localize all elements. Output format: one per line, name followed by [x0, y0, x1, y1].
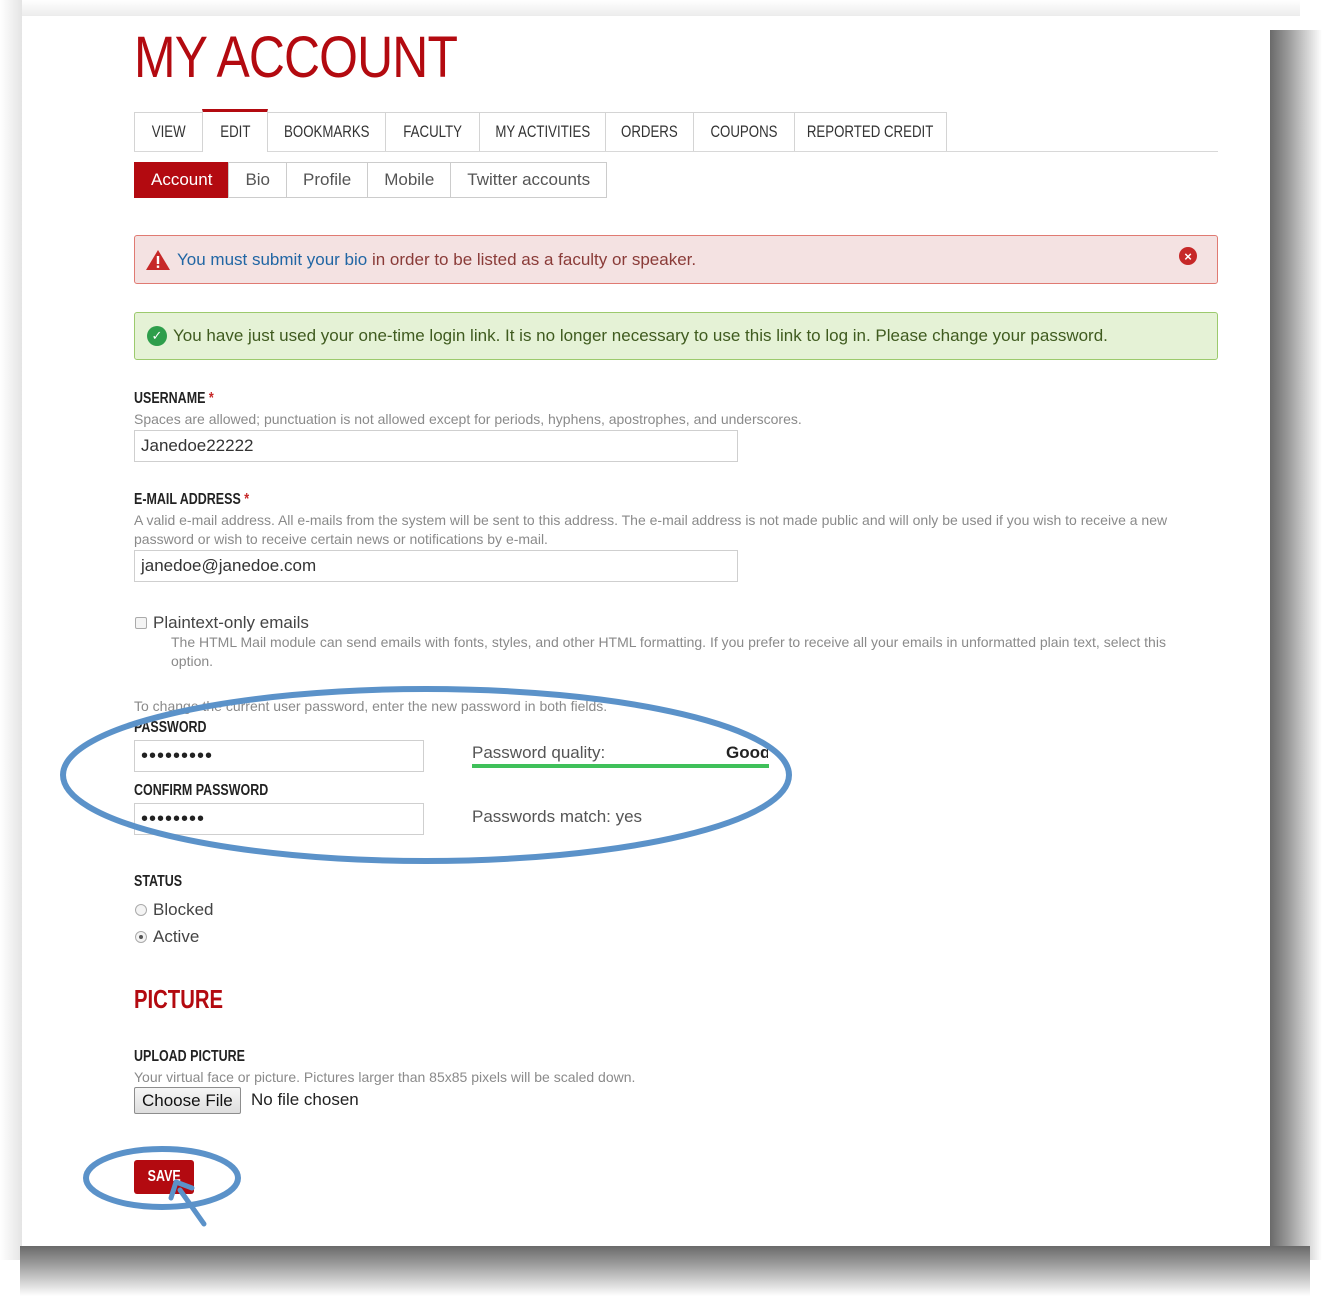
plaintext-label: Plaintext-only emails: [153, 613, 309, 632]
status-blocked-radio[interactable]: [135, 904, 147, 916]
no-file-chosen-text: No file chosen: [251, 1090, 359, 1109]
primary-tabs: VIEW EDIT BOOKMARKS FACULTY MY ACTIVITIE…: [134, 109, 1218, 152]
email-label: E-MAIL ADDRESS *: [134, 491, 250, 508]
picture-section-title: PICTURE: [134, 984, 224, 1014]
plaintext-description: The HTML Mail module can send emails wit…: [171, 634, 1166, 669]
password-quality-label: Password quality:: [472, 743, 606, 762]
status-label: STATUS: [134, 873, 183, 890]
username-label: USERNAME *: [134, 390, 214, 407]
frame-shadow-top: [0, 0, 1300, 16]
status-active-label: Active: [153, 927, 200, 946]
check-circle-icon: ✓: [147, 326, 167, 346]
tab-coupons[interactable]: COUPONS: [693, 112, 795, 151]
upload-picture-description: Your virtual face or picture. Pictures l…: [134, 1069, 636, 1085]
tab-my-activities[interactable]: MY ACTIVITIES: [479, 112, 606, 151]
warning-icon: [145, 249, 171, 271]
status-blocked-label: Blocked: [153, 900, 214, 919]
error-message: You must submit your bio in order to be …: [134, 235, 1218, 284]
tab-faculty[interactable]: FACULTY: [385, 112, 480, 151]
frame-shadow-bottom: [20, 1246, 1310, 1296]
status-message: ✓ You have just used your one-time login…: [134, 312, 1218, 360]
subtab-account[interactable]: Account: [134, 162, 230, 198]
close-icon[interactable]: ×: [1179, 247, 1197, 265]
status-active-radio[interactable]: [135, 931, 147, 943]
subtab-mobile[interactable]: Mobile: [367, 162, 452, 198]
status-message-text: You have just used your one-time login l…: [173, 326, 1108, 345]
error-message-text: You must submit your bio in order to be …: [177, 250, 696, 270]
subtab-bio[interactable]: Bio: [228, 162, 288, 198]
submit-bio-link[interactable]: You must submit your bio: [177, 250, 367, 269]
password-label: PASSWORD: [134, 719, 207, 736]
tab-orders[interactable]: ORDERS: [605, 112, 694, 151]
frame-shadow-right: [1270, 30, 1322, 1260]
tab-view[interactable]: VIEW: [134, 112, 203, 151]
subtab-twitter-accounts[interactable]: Twitter accounts: [450, 162, 608, 198]
plaintext-checkbox[interactable]: [135, 617, 147, 629]
error-message-rest: in order to be listed as a faculty or sp…: [367, 249, 697, 269]
confirm-password-label: CONFIRM PASSWORD: [134, 782, 269, 799]
username-input[interactable]: Janedoe22222: [134, 430, 738, 462]
password-quality-bar: [472, 764, 769, 768]
frame-shadow-left: [0, 0, 22, 1260]
tab-edit[interactable]: EDIT: [202, 109, 268, 152]
tab-reported-credit[interactable]: REPORTED CREDIT: [794, 112, 947, 151]
password-intro: To change the current user password, ent…: [134, 698, 608, 714]
password-quality-value: Good: [726, 743, 768, 762]
choose-file-button[interactable]: Choose File: [134, 1087, 241, 1114]
secondary-tabs: Account Bio Profile Mobile Twitter accou…: [134, 162, 608, 198]
save-button[interactable]: SAVE: [134, 1160, 194, 1194]
email-description: A valid e-mail address. All e-mails from…: [134, 512, 1168, 547]
email-input[interactable]: janedoe@janedoe.com: [134, 550, 738, 582]
upload-picture-label: UPLOAD PICTURE: [134, 1048, 245, 1065]
tab-bookmarks[interactable]: BOOKMARKS: [267, 112, 386, 151]
username-description: Spaces are allowed; punctuation is not a…: [134, 411, 802, 427]
passwords-match-text: Passwords match: yes: [472, 807, 643, 826]
page-title: MY ACCOUNT: [134, 25, 458, 90]
confirm-password-input[interactable]: ••••••••: [134, 803, 424, 835]
subtab-profile[interactable]: Profile: [286, 162, 369, 198]
password-input[interactable]: •••••••••: [134, 740, 424, 772]
password-quality-fill: [472, 764, 769, 768]
